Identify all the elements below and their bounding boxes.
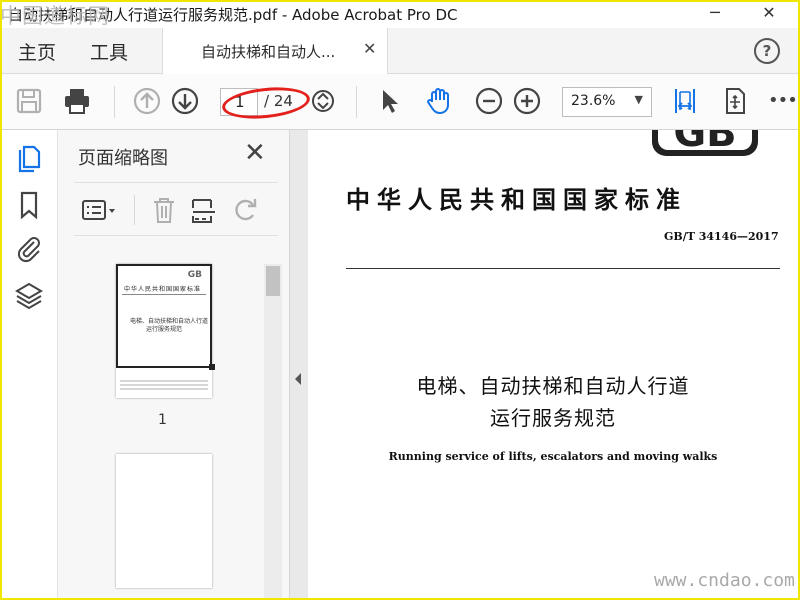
watermark-top: 中国道标网 [0,4,110,28]
thumb-footer [120,380,208,392]
select-cursor-icon[interactable] [374,86,404,116]
standard-code: GB/T 34146—2017 [664,230,779,243]
menu-tools[interactable]: 工具 [90,38,128,65]
page-stepper-icon[interactable] [310,86,336,116]
thumbnail-list: GB 中华人民共和国国家标准 电梯、自动扶梯和自动人行道 运行服务规范 1 [74,240,284,598]
zoom-select[interactable]: 23.6% ▼ [562,87,652,117]
thumbnail-options-icon[interactable] [80,195,120,225]
panel-close-icon[interactable]: ✕ [244,138,266,168]
thumb-gb-logo: GB [187,270,202,280]
fit-width-icon[interactable] [670,86,700,116]
toolbar-separator [114,86,115,118]
standard-name-line2: 运行服务规范 [490,406,616,430]
thumbnail-scrollbar[interactable] [264,264,282,598]
main-toolbar: 1 / 24 23.6% ▼ ••• [2,74,798,130]
watermark-bottom: www.cndao.com [654,570,795,591]
window-close-button[interactable]: ✕ [746,2,792,28]
navigation-rail [2,130,58,598]
title-rule [346,268,780,269]
page-thumbnails-icon[interactable] [14,144,44,174]
chevron-down-icon: ▼ [634,93,643,106]
zoom-out-icon[interactable] [474,86,504,116]
more-tools-icon[interactable]: ••• [768,90,798,111]
gb-logo: GB [652,130,758,156]
scrollbar-thumb[interactable] [266,266,280,296]
full-screen-icon[interactable] [720,86,750,116]
next-page-icon[interactable] [170,86,200,116]
panel-splitter[interactable] [290,130,308,598]
help-icon[interactable]: ? [754,38,780,64]
save-icon[interactable] [14,86,44,116]
standard-name-line1: 电梯、自动扶梯和自动人行道 [416,374,690,398]
thumb-name-line1: 电梯、自动扶梯和自动人行道 [130,318,209,325]
toolbar-separator [134,195,135,225]
thumb-rule [122,294,206,295]
toolbar-separator [356,86,357,118]
zoom-value: 23.6% [571,93,616,109]
layers-icon[interactable] [14,280,44,310]
app-window: 自动扶梯和自动人行道运行服务规范.pdf - Adobe Acrobat Pro… [0,0,800,600]
zoom-in-icon[interactable] [512,86,542,116]
rotate-page-icon[interactable] [230,195,262,225]
print-icon[interactable] [62,86,92,116]
english-name: Running service of lifts, escalators and… [388,450,718,463]
bookmark-icon[interactable] [14,190,44,220]
panel-title: 页面缩略图 [78,148,168,169]
page-thumbnail-1[interactable]: GB 中华人民共和国国家标准 电梯、自动扶梯和自动人行道 运行服务规范 [116,264,215,398]
menu-home[interactable]: 主页 [18,38,56,65]
thumb-name: 电梯、自动扶梯和自动人行道 运行服务规范 [130,318,209,334]
minimize-button[interactable]: ─ [692,2,738,28]
thumbnail-toolbar [74,182,278,236]
previous-page-icon[interactable] [132,86,162,116]
frame-resize-handle[interactable] [209,364,215,370]
thumb-name-line2: 运行服务规范 [145,326,182,333]
document-page: GB 中华人民共和国国家标准 GB/T 34146—2017 电梯、自动扶梯和自… [308,130,798,598]
page-thumbnails-panel: 页面缩略图 ✕ GB 中华人民共和国国家标准 电梯、自动扶梯和自动人行道 运行服… [58,130,290,598]
standard-title: 中华人民共和国国家标准 [346,185,687,214]
delete-page-icon[interactable] [148,195,180,225]
menu-bar: 主页 工具 自动扶梯和自动人... ✕ ? [2,28,798,74]
page-thumbnail-number: 1 [158,412,167,428]
attachment-icon[interactable] [14,234,44,264]
document-tab-close-icon[interactable]: ✕ [363,39,376,58]
collapse-panel-icon[interactable] [293,372,303,386]
gb-logo-text: GB [673,130,736,156]
thumb-title: 中华人民共和国国家标准 [124,286,202,293]
document-tab[interactable]: 自动扶梯和自动人... ✕ [162,28,388,74]
extract-page-icon[interactable] [188,195,220,225]
document-tab-label: 自动扶梯和自动人... [201,43,336,61]
title-bar: 自动扶梯和自动人行道运行服务规范.pdf - Adobe Acrobat Pro… [2,2,798,28]
page-thumbnail-2[interactable] [116,454,212,588]
hand-tool-icon[interactable] [424,86,454,116]
